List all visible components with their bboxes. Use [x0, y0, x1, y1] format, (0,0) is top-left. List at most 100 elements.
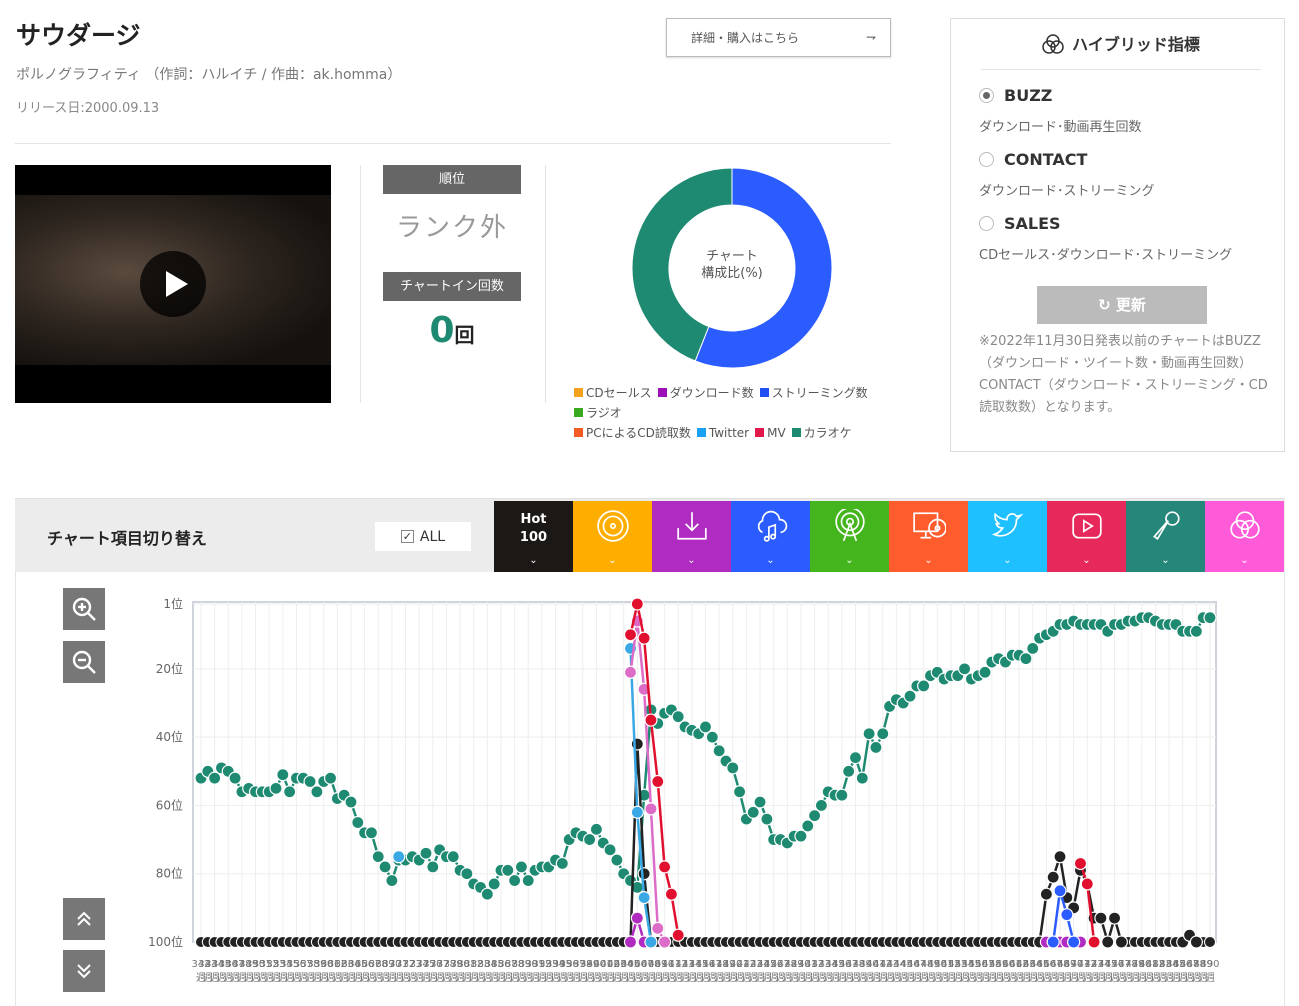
- data-point[interactable]: [664, 887, 679, 901]
- data-point[interactable]: [1053, 884, 1067, 898]
- data-point[interactable]: [589, 822, 604, 836]
- category-tab-video[interactable]: ⌄: [1047, 501, 1126, 572]
- zoom-out-button[interactable]: [63, 641, 105, 683]
- data-point[interactable]: [1046, 870, 1060, 884]
- data-point[interactable]: [835, 788, 849, 802]
- chartin-count: 0回: [383, 310, 521, 351]
- data-point[interactable]: [1067, 935, 1081, 949]
- category-tab-radio[interactable]: ⌄: [810, 501, 889, 572]
- data-point[interactable]: [637, 867, 651, 881]
- rank-value: ランク外: [395, 213, 508, 243]
- data-point[interactable]: [876, 727, 890, 741]
- radio-button[interactable]: [979, 88, 994, 103]
- data-point[interactable]: [1039, 887, 1053, 901]
- data-point[interactable]: [753, 795, 767, 809]
- data-point[interactable]: [726, 761, 740, 775]
- data-point[interactable]: [446, 850, 460, 864]
- data-point[interactable]: [1094, 911, 1108, 925]
- radio-buzz[interactable]: BUZZ: [979, 86, 1052, 105]
- data-point[interactable]: [869, 740, 883, 754]
- radio-contact[interactable]: CONTACT: [979, 150, 1087, 169]
- data-point[interactable]: [644, 802, 658, 816]
- data-point[interactable]: [630, 597, 644, 611]
- data-point[interactable]: [732, 785, 747, 799]
- data-point[interactable]: [630, 805, 644, 819]
- update-label: 更新: [1115, 296, 1146, 314]
- data-point[interactable]: [419, 846, 433, 860]
- data-point[interactable]: [630, 911, 644, 925]
- data-point[interactable]: [862, 727, 876, 741]
- data-point[interactable]: [671, 928, 685, 942]
- data-point[interactable]: [760, 812, 774, 826]
- data-point[interactable]: [1087, 935, 1101, 949]
- radio-button[interactable]: [979, 152, 994, 167]
- play-icon[interactable]: [140, 251, 206, 317]
- data-point[interactable]: [637, 631, 651, 645]
- checkbox-icon[interactable]: ✓: [400, 530, 414, 543]
- data-point[interactable]: [1107, 911, 1122, 925]
- update-button[interactable]: ↻ 更新: [1037, 286, 1207, 324]
- data-point[interactable]: [1060, 908, 1074, 922]
- y-tick-label: 20位: [156, 661, 183, 676]
- data-point[interactable]: [657, 935, 672, 949]
- data-point[interactable]: [1046, 935, 1060, 949]
- data-point[interactable]: [1203, 611, 1217, 625]
- buy-details-button[interactable]: 詳細・購入はこちら ⇁: [666, 18, 891, 57]
- data-point[interactable]: [644, 713, 658, 727]
- data-point[interactable]: [323, 771, 338, 785]
- scroll-up-button[interactable]: [63, 898, 105, 940]
- radio-sales[interactable]: SALES: [979, 214, 1061, 233]
- data-point[interactable]: [385, 873, 399, 888]
- data-point[interactable]: [705, 730, 719, 744]
- data-point[interactable]: [657, 860, 672, 874]
- data-point[interactable]: [364, 826, 379, 840]
- category-tab-twitter[interactable]: ⌄: [968, 501, 1047, 572]
- double-chevron-up-icon: [77, 911, 91, 926]
- data-point[interactable]: [378, 860, 392, 874]
- category-tab-pc-cd-read[interactable]: ⌄: [889, 501, 968, 572]
- data-point[interactable]: [344, 795, 358, 809]
- radio-button[interactable]: [979, 216, 994, 231]
- data-point[interactable]: [276, 768, 290, 782]
- data-point[interactable]: [610, 853, 624, 867]
- data-point[interactable]: [637, 891, 651, 905]
- data-point[interactable]: [426, 860, 440, 874]
- data-point[interactable]: [855, 771, 869, 785]
- data-point[interactable]: [1114, 935, 1128, 949]
- category-tab-cd-sales[interactable]: ⌄: [573, 501, 652, 572]
- data-point[interactable]: [1101, 935, 1115, 949]
- data-point[interactable]: [508, 873, 522, 888]
- data-point[interactable]: [1073, 856, 1088, 871]
- category-tab-karaoke[interactable]: ⌄: [1126, 501, 1205, 572]
- data-point[interactable]: [1080, 877, 1094, 891]
- data-point[interactable]: [623, 628, 638, 642]
- data-point[interactable]: [623, 665, 638, 679]
- chevron-down-icon: ⌄: [1003, 555, 1012, 566]
- data-point[interactable]: [514, 860, 529, 874]
- category-tab-hot100[interactable]: Hot 100 ⌄: [494, 501, 573, 572]
- data-point[interactable]: [1189, 935, 1203, 949]
- data-point[interactable]: [269, 781, 283, 795]
- data-point[interactable]: [1189, 624, 1203, 638]
- scroll-down-button[interactable]: [63, 950, 105, 992]
- data-point[interactable]: [487, 877, 501, 891]
- category-tab-download[interactable]: ⌄: [652, 501, 731, 572]
- data-point[interactable]: [848, 751, 863, 765]
- data-point[interactable]: [228, 771, 242, 785]
- data-point[interactable]: [842, 764, 856, 778]
- zoom-in-button[interactable]: [63, 588, 105, 630]
- category-tab-hybrid[interactable]: ⌄: [1205, 501, 1284, 572]
- data-point[interactable]: [644, 935, 658, 949]
- data-point[interactable]: [651, 921, 665, 935]
- data-point[interactable]: [555, 856, 569, 871]
- video-player[interactable]: [15, 165, 331, 403]
- all-checkbox[interactable]: ✓ ALL: [375, 522, 471, 551]
- data-point[interactable]: [283, 785, 297, 799]
- data-point[interactable]: [814, 798, 828, 813]
- data-point[interactable]: [651, 774, 665, 789]
- category-tab-streaming[interactable]: ⌄: [731, 501, 810, 572]
- data-point[interactable]: [1053, 850, 1067, 864]
- data-point[interactable]: [392, 850, 406, 864]
- data-point[interactable]: [623, 935, 638, 949]
- x-tick-label: 490: [1200, 959, 1219, 970]
